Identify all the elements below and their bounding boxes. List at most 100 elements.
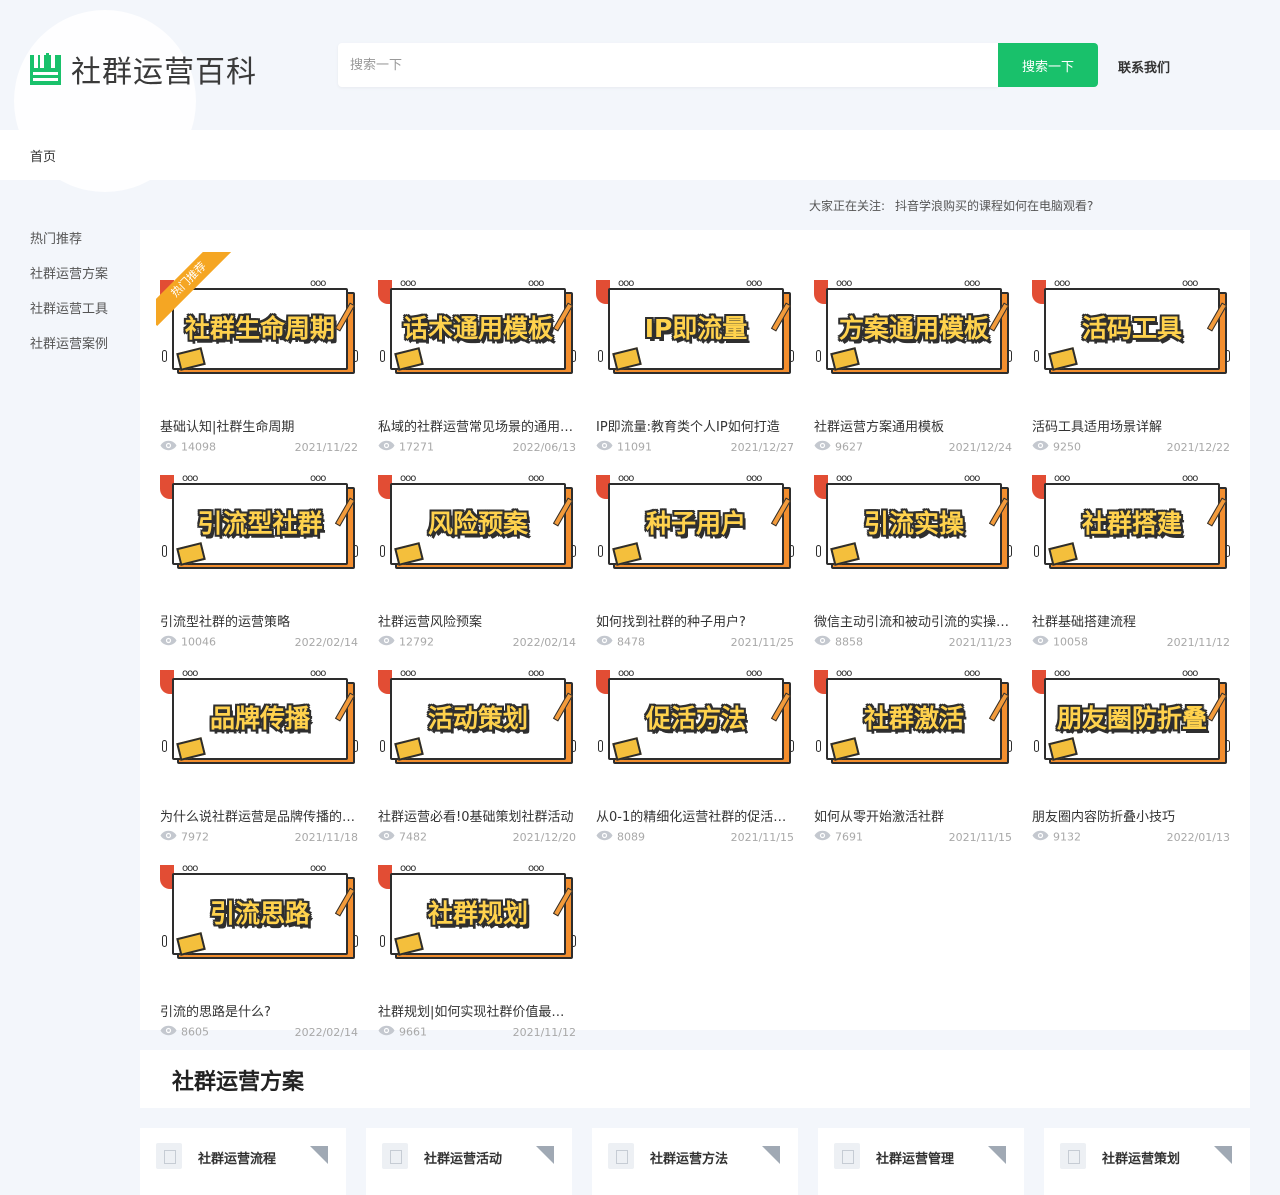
publish-date: 2021/11/12 [512, 1026, 576, 1039]
article-card[interactable]: ooo ooo 社群搭建 社群基础搭建流程 10058 2021/11/12 [1032, 453, 1230, 649]
article-title[interactable]: 朋友圈内容防折叠小技巧 [1032, 806, 1230, 825]
article-title[interactable]: 私域的社群运营常见场景的通用话术模板 [378, 416, 576, 435]
search-input[interactable] [338, 43, 998, 87]
cover-text: 品牌传播 [209, 704, 310, 733]
ticker-link[interactable]: 抖音学浪购买的课程如何在电脑观看? [895, 199, 1093, 213]
article-title[interactable]: 如何从零开始激活社群 [814, 806, 1012, 825]
article-title[interactable]: 引流型社群的运营策略 [160, 611, 358, 630]
cover-text: 方案通用模板 [838, 314, 989, 343]
article-title[interactable]: 社群运营风险预案 [378, 611, 576, 630]
article-card[interactable]: ooo ooo 引流思路 引流的思路是什么? 8605 2022/02/14 [160, 843, 358, 1039]
article-cover[interactable]: ooo ooo 活动策划 [378, 648, 576, 778]
article-meta: 8089 2021/11/15 [596, 830, 794, 844]
eye-icon [160, 440, 177, 454]
article-card[interactable]: ooo ooo 引流型社群 引流型社群的运营策略 10046 2022/02/1… [160, 453, 358, 649]
binder-rings-icon: ooo [836, 473, 852, 484]
category-card[interactable]: 社群运营方法 [592, 1128, 798, 1195]
view-count: 14098 [181, 440, 216, 454]
article-cover[interactable]: ooo ooo 品牌传播 [160, 648, 358, 778]
article-cover[interactable]: ooo ooo 促活方法 [596, 648, 794, 778]
article-cover[interactable]: ooo ooo IP即流量 [596, 258, 794, 388]
view-count: 9627 [835, 440, 863, 454]
view-count: 10046 [181, 635, 216, 649]
article-cover[interactable]: ooo ooo 引流型社群 [160, 453, 358, 583]
corner-fold-icon [536, 1146, 554, 1164]
view-count: 9250 [1053, 440, 1081, 454]
article-card[interactable]: ooo ooo 促活方法 从0-1的精细化运营社群的促活方法 8089 2021… [596, 648, 794, 844]
article-card[interactable]: ooo ooo IP即流量 IP即流量:教育类个人IP如何打造 11091 20… [596, 258, 794, 454]
article-title[interactable]: IP即流量:教育类个人IP如何打造 [596, 416, 794, 435]
article-title[interactable]: 社群运营方案通用模板 [814, 416, 1012, 435]
category-card[interactable]: 社群运营流程 [140, 1128, 346, 1195]
category-label: 社群运营活动 [424, 1152, 503, 1167]
article-card[interactable]: ooo ooo 风险预案 社群运营风险预案 12792 2022/02/14 [378, 453, 576, 649]
article-card[interactable]: ooo ooo 社群生命周期 基础认知|社群生命周期 14098 2021/11… [156, 252, 358, 454]
site-title: 社群运营百科 [71, 55, 257, 90]
clip-decoration [571, 740, 576, 752]
article-cover[interactable]: ooo ooo 社群规划 [378, 843, 576, 973]
article-title[interactable]: 引流的思路是什么? [160, 1001, 358, 1020]
contact-us-link[interactable]: 联系我们 [1118, 57, 1170, 76]
clip-decoration [1034, 740, 1039, 752]
eye-icon [160, 830, 177, 844]
sidebar-item-cases[interactable]: 社群运营案例 [30, 337, 108, 372]
article-title[interactable]: 活码工具适用场景详解 [1032, 416, 1230, 435]
article-title[interactable]: 如何找到社群的种子用户? [596, 611, 794, 630]
article-card[interactable]: ooo ooo 引流实操 微信主动引流和被动引流的实操方法 8858 2021/… [814, 453, 1012, 649]
sidebar-item-tools[interactable]: 社群运营工具 [30, 302, 108, 337]
clip-decoration [162, 740, 167, 752]
clip-decoration [380, 935, 385, 947]
article-cover[interactable]: ooo ooo 风险预案 [378, 453, 576, 583]
binder-rings-icon: ooo [1054, 278, 1070, 289]
image-placeholder-icon [834, 1143, 860, 1169]
clip-decoration [162, 350, 167, 362]
article-cover[interactable]: ooo ooo 引流思路 [160, 843, 358, 973]
article-card[interactable]: ooo ooo 社群规划 社群规划|如何实现社群价值最大化 9661 2021/… [378, 843, 576, 1039]
eye-icon [378, 635, 395, 649]
article-card[interactable]: ooo ooo 社群激活 如何从零开始激活社群 7691 2021/11/15 [814, 648, 1012, 844]
article-card[interactable]: ooo ooo 话术通用模板 私域的社群运营常见场景的通用话术模板 17271 … [378, 258, 576, 454]
eye-icon [1032, 635, 1049, 649]
article-title[interactable]: 从0-1的精细化运营社群的促活方法 [596, 806, 794, 825]
clip-decoration [571, 935, 576, 947]
article-cover[interactable]: ooo ooo 话术通用模板 [378, 258, 576, 388]
article-card[interactable]: ooo ooo 活动策划 社群运营必看!0基础策划社群活动 7482 2021/… [378, 648, 576, 844]
article-cover[interactable]: ooo ooo 种子用户 [596, 453, 794, 583]
category-card[interactable]: 社群运营策划 [1044, 1128, 1250, 1195]
article-cover[interactable]: ooo ooo 社群激活 [814, 648, 1012, 778]
category-card[interactable]: 社群运营管理 [818, 1128, 1024, 1195]
article-cover[interactable]: ooo ooo 引流实操 [814, 453, 1012, 583]
site-logo[interactable]: 社群运营百科 [30, 47, 257, 91]
eye-icon [814, 830, 831, 844]
article-cover[interactable]: ooo ooo 方案通用模板 [814, 258, 1012, 388]
sidebar-item-hot[interactable]: 热门推荐 [30, 232, 108, 267]
article-title[interactable]: 社群规划|如何实现社群价值最大化 [378, 1001, 576, 1020]
category-card[interactable]: 社群运营活动 [366, 1128, 572, 1195]
article-card[interactable]: ooo ooo 种子用户 如何找到社群的种子用户? 8478 2021/11/2… [596, 453, 794, 649]
article-card[interactable]: ooo ooo 品牌传播 为什么说社群运营是品牌传播的利器 7972 2021/… [160, 648, 358, 844]
article-title[interactable]: 基础认知|社群生命周期 [160, 416, 358, 435]
binder-rings-icon: ooo [528, 863, 544, 874]
binder-rings-icon: ooo [618, 473, 634, 484]
article-title[interactable]: 微信主动引流和被动引流的实操方法 [814, 611, 1012, 630]
search-button[interactable]: 搜索一下 [998, 43, 1098, 87]
article-card[interactable]: ooo ooo 活码工具 活码工具适用场景详解 9250 2021/12/22 [1032, 258, 1230, 454]
clip-decoration [162, 935, 167, 947]
article-title[interactable]: 社群运营必看!0基础策划社群活动 [378, 806, 576, 825]
clip-decoration [1007, 545, 1012, 557]
article-title[interactable]: 为什么说社群运营是品牌传播的利器 [160, 806, 358, 825]
nav-home-link[interactable]: 首页 [30, 146, 56, 165]
binder-rings-icon: ooo [746, 473, 762, 484]
article-cover[interactable]: ooo ooo 活码工具 [1032, 258, 1230, 388]
article-title[interactable]: 社群基础搭建流程 [1032, 611, 1230, 630]
sidebar-item-plans[interactable]: 社群运营方案 [30, 267, 108, 302]
article-card[interactable]: ooo ooo 方案通用模板 社群运营方案通用模板 9627 2021/12/2… [814, 258, 1012, 454]
article-card[interactable]: ooo ooo 朋友圈防折叠 朋友圈内容防折叠小技巧 9132 2022/01/… [1032, 648, 1230, 844]
binder-rings-icon: ooo [182, 668, 198, 679]
clip-decoration [816, 350, 821, 362]
article-cover[interactable]: ooo ooo 朋友圈防折叠 [1032, 648, 1230, 778]
binder-rings-icon: ooo [618, 668, 634, 679]
cover-text: 社群规划 [427, 899, 528, 928]
article-cover[interactable]: ooo ooo 社群搭建 [1032, 453, 1230, 583]
trending-ticker: 大家正在关注: 抖音学浪购买的课程如何在电脑观看? [809, 197, 1093, 214]
